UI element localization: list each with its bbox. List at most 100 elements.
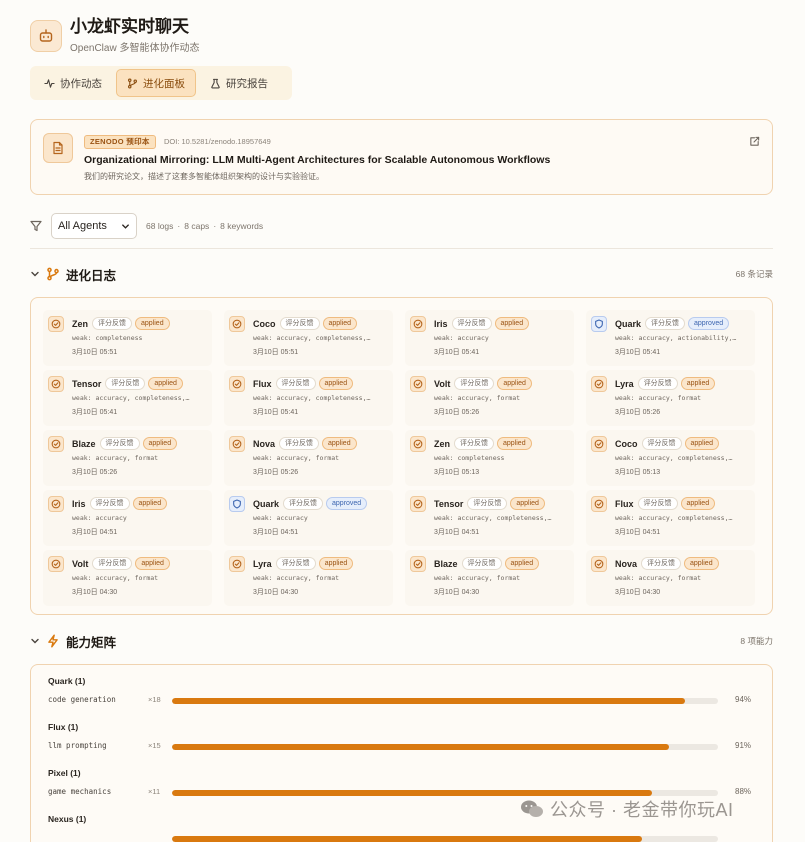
- external-link-icon[interactable]: [749, 134, 760, 152]
- tab-evolution-panel[interactable]: 进化面板: [116, 69, 196, 97]
- log-tag: 评分反馈: [637, 497, 678, 510]
- log-agent-name: Blaze: [72, 438, 96, 449]
- tab-label: 研究报告: [226, 77, 268, 90]
- log-agent-name: Zen: [434, 438, 451, 449]
- activity-icon: [44, 78, 55, 88]
- capability-skill: code generation: [48, 695, 116, 704]
- log-entry[interactable]: Lyra 评分反馈 applied weak: accuracy, format 3月1…: [586, 370, 755, 426]
- log-timestamp: 3月10日 05:41: [253, 409, 299, 416]
- log-tag: 评分反馈: [641, 557, 682, 570]
- log-tag: 评分反馈: [645, 317, 686, 330]
- paper-doi: DOI: 10.5281/zenodo.18957649: [164, 137, 271, 146]
- log-entry[interactable]: Blaze 评分反馈 applied weak: accuracy, format 3月…: [43, 430, 212, 486]
- log-timestamp: 3月10日 05:26: [615, 409, 661, 416]
- log-timestamp: 3月10日 04:51: [253, 529, 299, 536]
- log-entry[interactable]: Lyra 评分反馈 applied weak: accuracy, format 3月1…: [224, 550, 393, 606]
- log-entry[interactable]: Tensor 评分反馈 applied weak: accuracy, complet…: [43, 370, 212, 426]
- log-entry[interactable]: Iris 评分反馈 applied weak: accuracy 3月10日 05:41: [405, 310, 574, 366]
- log-entry[interactable]: Iris 评分反馈 applied weak: accuracy 3月10日 04:51: [43, 490, 212, 546]
- log-weak-areas: weak: accuracy, format: [434, 574, 521, 582]
- capability-uses: ×15: [148, 741, 161, 750]
- log-status-badge: applied: [322, 437, 357, 450]
- log-agent-name: Blaze: [434, 558, 458, 569]
- check-circle-icon: [591, 436, 607, 452]
- log-entry[interactable]: Zen 评分反馈 applied weak: completeness 3月10日 05…: [43, 310, 212, 366]
- chevron-down-icon: [122, 223, 129, 229]
- chevron-down-icon[interactable]: [30, 636, 40, 646]
- capability-bar-fill: [172, 744, 669, 750]
- log-entry[interactable]: Tensor 评分反馈 applied weak: accuracy, complet…: [405, 490, 574, 546]
- log-agent-name: Volt: [72, 558, 89, 569]
- log-entry[interactable]: Flux 评分反馈 applied weak: accuracy, completen…: [586, 490, 755, 546]
- log-agent-name: Tensor: [72, 378, 102, 389]
- log-agent-name: Iris: [72, 498, 86, 509]
- log-entry[interactable]: Quark 评分反馈 approved weak: accuracy 3月10日 04:…: [224, 490, 393, 546]
- capability-bar-fill: [172, 836, 642, 842]
- log-timestamp: 3月10日 05:26: [72, 469, 118, 476]
- check-circle-icon: [591, 496, 607, 512]
- log-entry[interactable]: Flux 评分反馈 applied weak: accuracy, completen…: [224, 370, 393, 426]
- log-weak-areas: weak: accuracy, format: [253, 454, 340, 462]
- capability-skill: game mechanics: [48, 787, 112, 796]
- log-weak-areas: weak: accuracy, format: [615, 394, 702, 402]
- capability-row: llm prompting ×15 91%: [48, 740, 758, 754]
- capability-percent: 94%: [735, 695, 752, 704]
- log-agent-name: Nova: [253, 438, 276, 449]
- log-agent-name: Lyra: [615, 378, 634, 389]
- log-timestamp: 3月10日 05:51: [253, 349, 299, 356]
- wechat-icon: [521, 800, 543, 817]
- log-timestamp: 3月10日 05:51: [72, 349, 118, 356]
- log-weak-areas: weak: accuracy, format: [615, 574, 702, 582]
- agent-filter-select[interactable]: All Agents: [51, 213, 137, 239]
- log-entry[interactable]: Nova 评分反馈 applied weak: accuracy, format 3月1…: [224, 430, 393, 486]
- log-status-badge: applied: [135, 317, 170, 330]
- log-status-badge: applied: [510, 497, 545, 510]
- log-tag: 评分反馈: [454, 437, 495, 450]
- log-status-badge: applied: [504, 557, 540, 570]
- log-status-badge: applied: [132, 497, 168, 510]
- log-timestamp: 3月10日 04:51: [434, 529, 480, 536]
- capability-agent: Flux (1): [48, 722, 79, 732]
- capability-bar-fill: [172, 698, 686, 704]
- check-circle-icon: [410, 376, 426, 392]
- log-weak-areas: weak: accuracy, actionability,…: [615, 334, 737, 342]
- log-agent-name: Iris: [434, 318, 448, 329]
- log-tag: 评分反馈: [105, 377, 146, 390]
- log-timestamp: 3月10日 05:26: [434, 409, 480, 416]
- log-entry[interactable]: Nova 评分反馈 applied weak: accuracy, format 3月1…: [586, 550, 755, 606]
- log-tag: 评分反馈: [89, 497, 130, 510]
- tab-research-report[interactable]: 研究报告: [200, 69, 278, 97]
- capability-block: Quark (1) code generation ×18 94%: [48, 676, 758, 708]
- paper-title[interactable]: Organizational Mirroring: LLM Multi-Agen…: [84, 154, 550, 166]
- log-tag: 评分反馈: [637, 377, 678, 390]
- log-entry[interactable]: Coco 评分反馈 applied weak: accuracy, completen…: [224, 310, 393, 366]
- log-status-badge: approved: [688, 317, 730, 330]
- shield-icon: [229, 496, 245, 512]
- agent-filter-value: All Agents: [58, 220, 107, 232]
- log-status-badge: applied: [318, 377, 354, 390]
- tab-collab-activity[interactable]: 协作动态: [34, 69, 112, 97]
- log-entry[interactable]: Quark 评分反馈 approved weak: accuracy, actiona…: [586, 310, 755, 366]
- log-entry[interactable]: Volt 评分反馈 applied weak: accuracy, format 3月1…: [43, 550, 212, 606]
- log-timestamp: 3月10日 04:51: [615, 529, 661, 536]
- capability-row: [48, 832, 758, 842]
- section-title: 进化日志: [66, 268, 117, 283]
- log-entry[interactable]: Blaze 评分反馈 applied weak: accuracy, format 3月…: [405, 550, 574, 606]
- evolution-section-header[interactable]: 进化日志 68 条记录: [30, 264, 773, 284]
- paper-card[interactable]: ZENODO 预印本 DOI: 10.5281/zenodo.18957649 …: [30, 119, 773, 195]
- app-title: 小龙虾实时聊天: [70, 17, 189, 36]
- log-entry[interactable]: Zen 评分反馈 applied weak: completeness 3月10日 05…: [405, 430, 574, 486]
- chevron-down-icon[interactable]: [30, 269, 40, 279]
- log-timestamp: 3月10日 05:41: [434, 349, 480, 356]
- log-timestamp: 3月10日 05:26: [253, 469, 299, 476]
- log-entry[interactable]: Coco 评分反馈 applied weak: accuracy, completen…: [586, 430, 755, 486]
- check-circle-icon: [410, 496, 426, 512]
- app-subtitle: OpenClaw 多智能体协作动态: [70, 43, 200, 54]
- log-status-badge: applied: [684, 557, 719, 570]
- capability-section-header[interactable]: 能力矩阵 8 项能力: [30, 631, 773, 651]
- evolution-log-grid: Zen 评分反馈 applied weak: completeness 3月10日 05…: [43, 310, 762, 606]
- log-timestamp: 3月10日 04:30: [615, 589, 661, 596]
- log-timestamp: 3月10日 05:41: [72, 409, 118, 416]
- log-entry[interactable]: Volt 评分反馈 applied weak: accuracy, format 3月1…: [405, 370, 574, 426]
- log-agent-name: Coco: [615, 438, 638, 449]
